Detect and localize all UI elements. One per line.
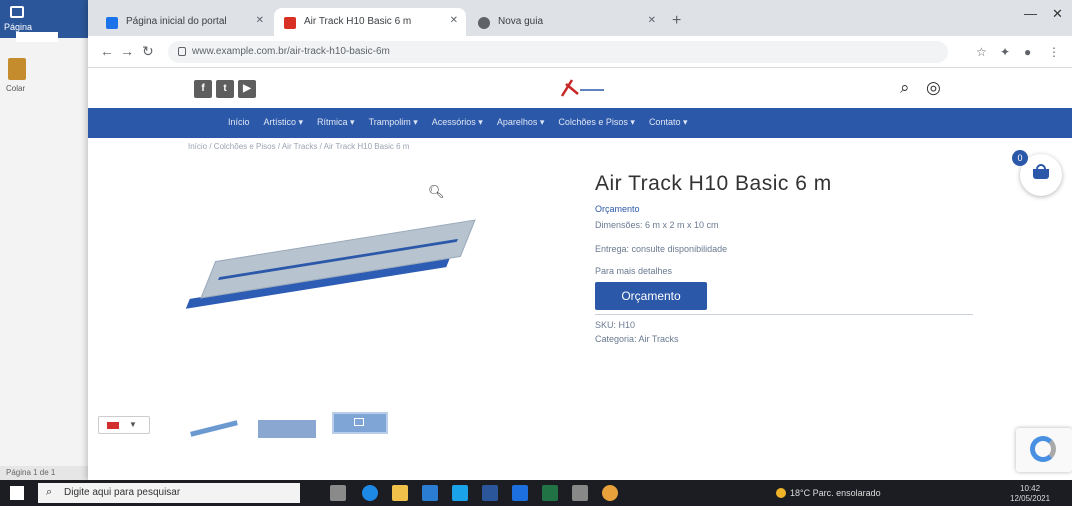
language-selector[interactable]: ▼ <box>98 416 150 434</box>
divider <box>595 314 973 315</box>
search-icon[interactable]: ⌕ <box>900 78 910 98</box>
tab-portal[interactable]: Página inicial do portal ✕ <box>96 8 272 36</box>
breadcrumb[interactable]: Início / Colchões e Pisos / Air Tracks /… <box>188 142 409 151</box>
thumbnail-2[interactable] <box>258 420 316 438</box>
thumb-detail <box>354 418 364 426</box>
account-icon[interactable]: ◎ <box>926 78 941 98</box>
start-button[interactable] <box>10 486 24 500</box>
task-view-icon[interactable] <box>330 485 346 501</box>
excel-icon[interactable] <box>542 485 558 501</box>
nav-item-ritmica[interactable]: Rítmica ▾ <box>317 117 355 128</box>
weather-text[interactable]: 18°C Parc. ensolarado <box>790 488 881 498</box>
url-input[interactable]: www.example.com.br/air-track-h10-basic-6… <box>168 41 948 63</box>
main-nav: Início Artístico ▾ Rítmica ▾ Trampolim ▾… <box>88 108 1072 138</box>
facebook-icon[interactable]: f <box>194 80 212 98</box>
favicon-icon <box>106 17 118 29</box>
browser-window: Página inicial do portal ✕ Air Track H10… <box>88 0 1072 480</box>
word-titlebar: Página <box>0 0 90 42</box>
lock-icon <box>178 47 186 56</box>
basket-icon-body <box>1033 169 1049 179</box>
zoom-icon[interactable]: 🔍︎ <box>428 184 445 200</box>
close-tab-icon[interactable]: ✕ <box>648 15 656 26</box>
clock-time: 10:42 <box>1020 484 1041 493</box>
profile-icon[interactable]: ● <box>1024 45 1031 59</box>
nav-item-colchoes[interactable]: Colchões e Pisos ▾ <box>558 117 635 128</box>
word-window: Página Colar Página 1 de 1 <box>0 0 90 480</box>
product-sku: SKU: H10 <box>595 320 636 330</box>
chevron-down-icon: ▼ <box>129 420 137 429</box>
product-delivery: Entrega: consulte disponibilidade <box>595 244 728 254</box>
flag-icon <box>107 422 119 429</box>
quote-button[interactable]: Orçamento <box>595 282 707 310</box>
file-explorer-icon[interactable] <box>392 485 408 501</box>
nav-item-artistico[interactable]: Artístico ▾ <box>264 117 304 128</box>
thumb-mat <box>190 420 238 437</box>
reload-icon[interactable]: ↻ <box>142 43 154 60</box>
tab-new[interactable]: Nova guia ✕ <box>468 8 664 36</box>
nav-item-inicio[interactable]: Início <box>228 117 250 128</box>
youtube-icon[interactable]: ▶ <box>238 80 256 98</box>
tab-label: Nova guia <box>498 16 544 27</box>
extensions-icon[interactable]: ✦ <box>1000 45 1010 59</box>
star-icon[interactable]: ☆ <box>976 45 987 59</box>
paste-label: Colar <box>6 84 26 93</box>
edge-icon[interactable] <box>362 485 378 501</box>
phone-icon[interactable] <box>452 485 468 501</box>
product-category[interactable]: Categoria: Air Tracks <box>595 334 679 344</box>
product-image[interactable] <box>185 219 476 310</box>
word-status-bar: Página 1 de 1 <box>0 466 90 480</box>
product-title: Air Track H10 Basic 6 m <box>595 172 832 195</box>
new-tab-button[interactable]: + <box>672 12 681 30</box>
address-bar: ← → ↻ www.example.com.br/air-track-h10-b… <box>88 36 1072 68</box>
recaptcha-icon <box>1030 436 1056 462</box>
clock[interactable]: 10:42 12/05/2021 <box>1010 484 1050 504</box>
product-cta-hint: Para mais detalhes <box>595 266 673 276</box>
minimize-button[interactable]: — <box>1024 6 1037 21</box>
word-menu-label[interactable]: Página <box>4 22 32 32</box>
menu-icon[interactable]: ⋮ <box>1048 45 1060 59</box>
site-header: f t ▶ ⌕ ◎ <box>88 68 1072 108</box>
calculator-icon[interactable] <box>572 485 588 501</box>
search-icon: ⌕ <box>46 486 53 498</box>
product-category-label: Orçamento <box>595 204 640 214</box>
favicon-icon <box>284 17 296 29</box>
thumbnail-1[interactable] <box>184 412 244 440</box>
product-dimensions: Dimensões: 6 m x 2 m x 10 cm <box>595 220 719 230</box>
clock-date: 12/05/2021 <box>1010 494 1051 503</box>
tab-product[interactable]: Air Track H10 Basic 6 m ✕ <box>274 8 466 36</box>
cart-count-badge: 0 <box>1012 150 1028 166</box>
mail-icon[interactable] <box>512 485 528 501</box>
word-menu-tab[interactable] <box>16 32 58 42</box>
desktop: Página Colar Página 1 de 1 Página inicia… <box>0 0 1072 506</box>
close-tab-icon[interactable]: ✕ <box>256 15 264 26</box>
tab-strip: Página inicial do portal ✕ Air Track H10… <box>88 0 1072 36</box>
back-icon[interactable]: ← <box>100 43 114 59</box>
taskbar-search-placeholder: Digite aqui para pesquisar <box>64 487 181 498</box>
taskbar-search[interactable]: ⌕ Digite aqui para pesquisar <box>38 483 300 503</box>
favicon-icon <box>478 17 490 29</box>
save-icon[interactable] <box>10 6 24 18</box>
forward-icon[interactable]: → <box>120 43 134 59</box>
chrome-icon[interactable] <box>602 485 618 501</box>
taskbar: ⌕ Digite aqui para pesquisar 18°C Parc. … <box>0 480 1072 506</box>
store-icon[interactable] <box>422 485 438 501</box>
word-icon[interactable] <box>482 485 498 501</box>
weather-icon[interactable] <box>776 488 786 498</box>
nav-item-contato[interactable]: Contato ▾ <box>649 117 688 128</box>
tab-label: Página inicial do portal <box>126 16 227 27</box>
recaptcha-badge[interactable] <box>1016 428 1072 472</box>
paste-icon[interactable] <box>8 58 26 80</box>
close-tab-icon[interactable]: ✕ <box>450 15 458 26</box>
nav-item-aparelhos[interactable]: Aparelhos ▾ <box>497 117 545 128</box>
twitter-icon[interactable]: t <box>216 80 234 98</box>
thumbnail-3[interactable] <box>332 412 388 434</box>
url-text: www.example.com.br/air-track-h10-basic-6… <box>192 46 390 57</box>
cart-button[interactable]: 0 <box>1012 150 1062 196</box>
tab-label: Air Track H10 Basic 6 m <box>304 16 412 27</box>
close-window-button[interactable]: ✕ <box>1052 6 1063 22</box>
site-logo[interactable] <box>558 76 608 100</box>
nav-item-trampolim[interactable]: Trampolim ▾ <box>369 117 418 128</box>
nav-item-acessorios[interactable]: Acessórios ▾ <box>432 117 483 128</box>
